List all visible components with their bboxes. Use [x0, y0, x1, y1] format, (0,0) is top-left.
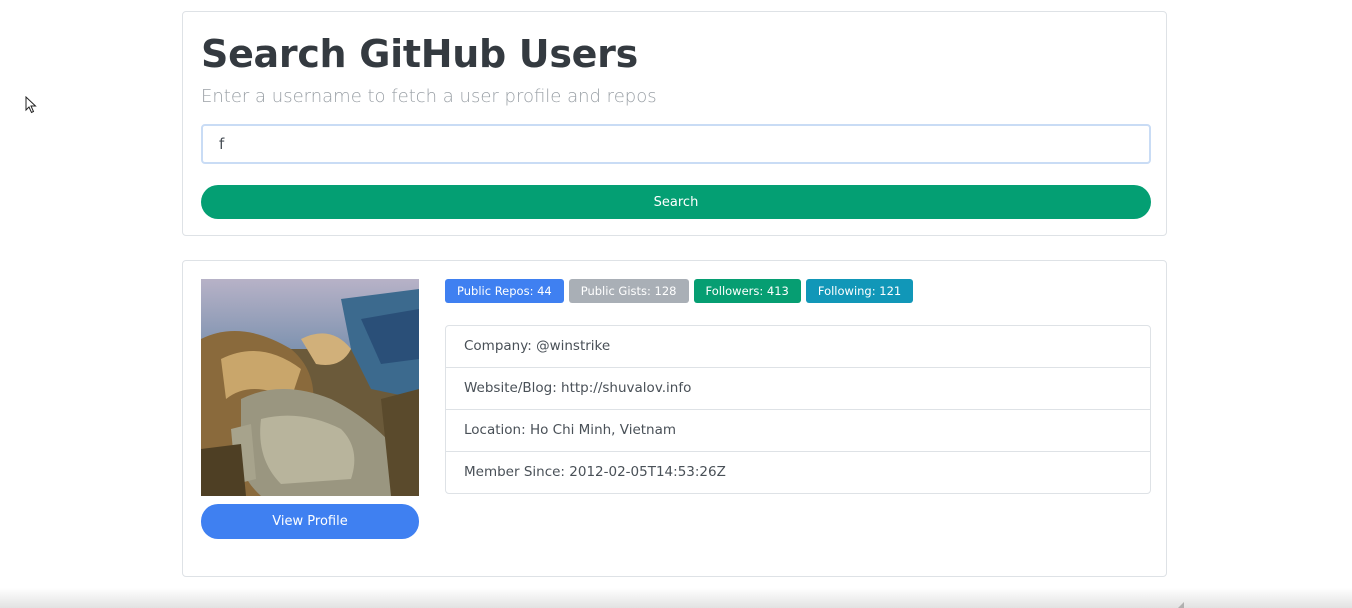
badge-public-gists: Public Gists: 128 — [568, 279, 689, 303]
stats-badges: Public Repos: 44 Public Gists: 128 Follo… — [445, 279, 914, 303]
profile-info-list: Company: @winstrike Website/Blog: http:/… — [445, 325, 1151, 494]
search-button[interactable]: Search — [201, 185, 1151, 219]
bottom-shade — [0, 588, 1352, 608]
info-location: Location: Ho Chi Minh, Vietnam — [446, 410, 1150, 452]
badge-following: Following: 121 — [805, 279, 914, 303]
badge-public-repos: Public Repos: 44 — [445, 279, 564, 303]
profile-card: View Profile Public Repos: 44 Public Gis… — [182, 260, 1167, 577]
info-website: Website/Blog: http://shuvalov.info — [446, 368, 1150, 410]
resize-corner-icon — [1178, 602, 1184, 608]
page-title: Search GitHub Users — [201, 32, 638, 76]
search-card: Search GitHub Users Enter a username to … — [182, 11, 1167, 236]
info-member-since: Member Since: 2012-02-05T14:53:26Z — [464, 464, 726, 480]
page-subtitle: Enter a username to fetch a user profile… — [201, 86, 657, 107]
mouse-cursor-icon — [25, 96, 37, 114]
avatar — [201, 279, 419, 496]
view-profile-button[interactable]: View Profile — [201, 504, 419, 539]
badge-followers: Followers: 413 — [693, 279, 801, 303]
search-input[interactable] — [201, 124, 1151, 164]
info-company: Company: @winstrike — [446, 326, 1150, 368]
